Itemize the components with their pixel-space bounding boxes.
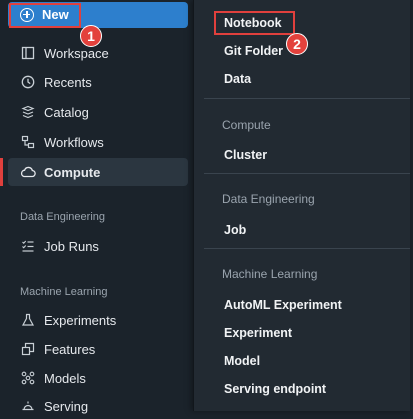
sidebar-item-experiments[interactable]: Experiments: [8, 307, 188, 333]
step-badge-2: 2: [286, 33, 308, 55]
catalog-icon: [20, 104, 36, 120]
cloud-icon: [20, 164, 36, 180]
sidebar-item-label: Features: [44, 341, 96, 357]
features-icon: [20, 341, 36, 357]
sidebar-item-label: Serving: [44, 398, 89, 414]
menu-item-automl-experiment[interactable]: AutoML Experiment: [224, 298, 342, 312]
sidebar-item-workspace[interactable]: Workspace: [8, 40, 188, 66]
serving-icon: [20, 398, 36, 414]
sidebar-item-workflows[interactable]: Workflows: [8, 129, 188, 155]
models-icon: [20, 370, 36, 386]
menu-item-model[interactable]: Model: [224, 354, 260, 368]
notebook-highlight-box: [214, 11, 295, 35]
sidebar-item-label: Compute: [44, 164, 101, 180]
sidebar-item-label: Workflows: [44, 134, 104, 150]
sidebar-item-label: Workspace: [44, 45, 109, 61]
sidebar-item-compute[interactable]: Compute: [8, 158, 188, 186]
sidebar-item-serving[interactable]: Serving: [8, 393, 188, 419]
sidebar-item-label: Models: [44, 370, 86, 386]
sidebar-item-label: Job Runs: [44, 238, 99, 254]
sidebar-item-job-runs[interactable]: Job Runs: [8, 233, 188, 259]
menu-section-data-engineering: Data Engineering: [222, 192, 315, 206]
menu-item-data[interactable]: Data: [224, 72, 251, 86]
flask-icon: [20, 312, 36, 328]
sidebar-item-catalog[interactable]: Catalog: [8, 99, 188, 125]
menu-divider: [204, 248, 410, 249]
sidebar-item-label: Experiments: [44, 312, 117, 328]
menu-item-serving-endpoint[interactable]: Serving endpoint: [224, 382, 326, 396]
menu-item-git-folder[interactable]: Git Folder: [224, 44, 283, 58]
sidebar-item-features[interactable]: Features: [8, 336, 188, 362]
menu-divider: [204, 98, 410, 99]
clock-icon: [20, 74, 36, 90]
sidebar-item-models[interactable]: Models: [8, 365, 188, 391]
workspace-icon: [20, 45, 36, 61]
workflows-icon: [20, 134, 36, 150]
active-indicator: [0, 158, 3, 186]
new-dropdown-menu: Notebook Git Folder Data Compute Cluster…: [193, 0, 410, 411]
menu-item-cluster[interactable]: Cluster: [224, 148, 267, 162]
sidebar-item-label: Catalog: [44, 104, 89, 120]
section-title-machine-learning: Machine Learning: [20, 286, 108, 298]
job-runs-icon: [20, 238, 36, 254]
sidebar-item-label: Recents: [44, 74, 92, 90]
menu-section-compute: Compute: [222, 118, 271, 132]
menu-item-job[interactable]: Job: [224, 223, 246, 237]
sidebar: New 1 Workspace Recents Catalog Workflow…: [0, 0, 193, 414]
section-title-data-engineering: Data Engineering: [20, 211, 106, 223]
menu-divider: [204, 173, 410, 174]
sidebar-item-recents[interactable]: Recents: [8, 69, 188, 95]
new-highlight-box: [9, 3, 81, 28]
menu-item-experiment[interactable]: Experiment: [224, 326, 292, 340]
menu-section-machine-learning: Machine Learning: [222, 267, 318, 281]
